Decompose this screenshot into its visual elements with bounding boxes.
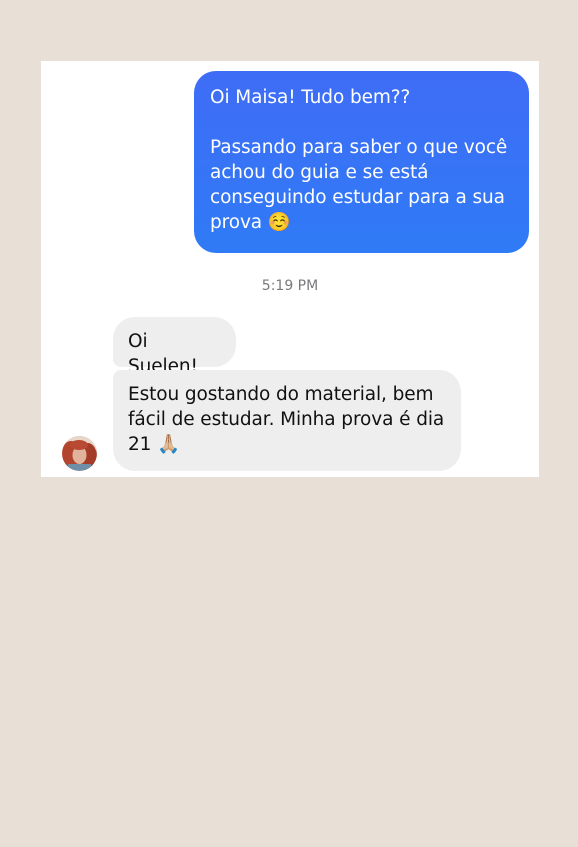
avatar-photo-icon [62,436,97,471]
incoming-message-bubble[interactable]: Oi Suelen! [113,317,236,377]
outgoing-message-bubble[interactable]: Oi Maisa! Tudo bem?? Passando para saber… [194,71,529,253]
incoming-message-bubble[interactable]: Estou gostando do material, bem fácil de… [113,370,461,471]
chat-screenshot: Oi Maisa! Tudo bem?? Passando para saber… [41,61,539,477]
timestamp-text: 5:19 PM [261,278,319,294]
contact-avatar-icon[interactable] [62,436,97,471]
message-timestamp: 5:19 PM [41,278,539,294]
